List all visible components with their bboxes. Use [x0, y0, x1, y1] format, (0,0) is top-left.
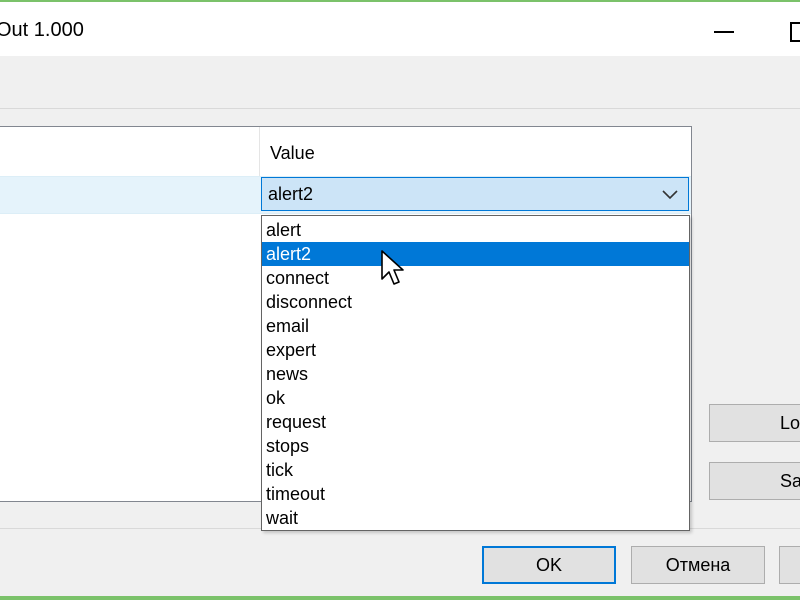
- window-title: Out 1.000: [0, 19, 84, 41]
- save-button-label: Sa: [780, 471, 800, 491]
- load-button[interactable]: Lo: [709, 404, 800, 442]
- list-item[interactable]: disconnect: [262, 290, 689, 314]
- tab-area: [0, 56, 800, 109]
- list-item[interactable]: alert2: [262, 242, 689, 266]
- list-item[interactable]: news: [262, 362, 689, 386]
- maximize-button[interactable]: [790, 22, 800, 42]
- value-combobox[interactable]: alert2: [261, 177, 689, 211]
- list-item[interactable]: alert: [262, 218, 689, 242]
- help-button[interactable]: [779, 546, 800, 584]
- value-column-header: Value: [270, 143, 315, 163]
- list-item[interactable]: tick: [262, 458, 689, 482]
- window-bottom-border: [0, 596, 800, 600]
- dropdown-list[interactable]: alert alert2 connect disconnect email ex…: [261, 215, 690, 531]
- chevron-down-icon[interactable]: [660, 184, 680, 204]
- list-item[interactable]: ok: [262, 386, 689, 410]
- minimize-button[interactable]: [712, 16, 736, 46]
- ok-button[interactable]: OK: [482, 546, 616, 584]
- list-item[interactable]: request: [262, 410, 689, 434]
- combobox-value: alert2: [268, 184, 314, 204]
- list-item[interactable]: expert: [262, 338, 689, 362]
- ok-button-label: OK: [535, 555, 562, 575]
- save-button[interactable]: Sa: [709, 462, 800, 500]
- list-item[interactable]: email: [262, 314, 689, 338]
- list-item[interactable]: stops: [262, 434, 689, 458]
- list-item[interactable]: wait: [262, 506, 689, 530]
- dialog-window: Out 1.000 Value alert2 Lo Sa OK Отмена a…: [0, 0, 800, 600]
- cancel-button-label: Отмена: [665, 555, 731, 575]
- list-item[interactable]: timeout: [262, 482, 689, 506]
- list-item[interactable]: connect: [262, 266, 689, 290]
- title-bar: Out 1.000: [0, 2, 800, 56]
- cancel-button[interactable]: Отмена: [631, 546, 765, 584]
- load-button-label: Lo: [780, 413, 800, 433]
- column-separator: [259, 127, 260, 177]
- mouse-pointer-icon: [381, 250, 404, 285]
